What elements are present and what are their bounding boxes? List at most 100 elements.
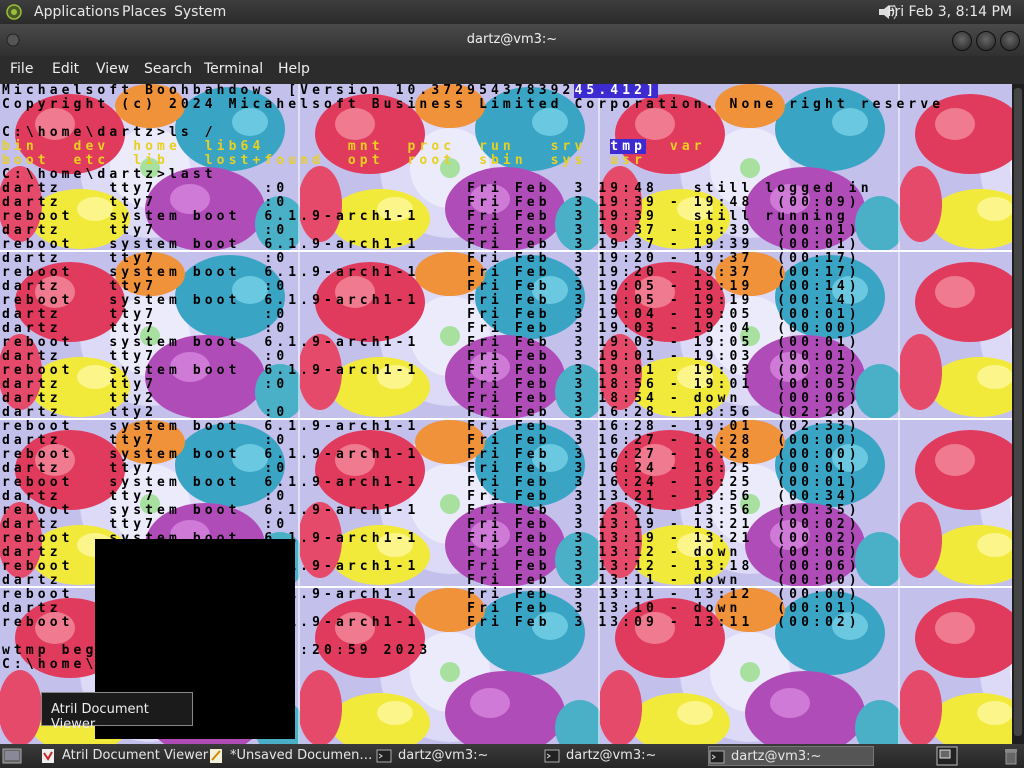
terminal-line: dartz tty7 :0 Fri Feb 3 13:21 - 13:56 (0…: [2, 490, 1010, 504]
terminal-text: dartz tty7 :0 Fri Feb 3 19:04 - 19:05 (0…: [2, 307, 861, 322]
terminal-icon: [544, 749, 560, 763]
show-desktop-icon[interactable]: [2, 747, 22, 765]
taskbar-item-text-editor[interactable]: *Unsaved Documen…: [208, 746, 373, 766]
terminal-line: reboot system boot 6.1.9-arch1-1 Fri Feb…: [2, 336, 1010, 350]
terminal-line: boot etc lib lost+found opt root sbin sy…: [2, 154, 1010, 168]
terminal-text: reboot system boot 6.1.9-arch1-1 Fri Feb…: [2, 335, 861, 350]
taskbar-item-label: dartz@vm3:~: [398, 748, 489, 763]
menu-terminal[interactable]: Terminal: [204, 61, 263, 77]
taskbar-item-label: dartz@vm3:~: [731, 749, 822, 764]
terminal-text: tmp: [610, 139, 647, 154]
terminal-text: C:\home\dartz>ls /: [2, 125, 217, 140]
terminal-text: dartz tty7 :0 Fri Feb 3 13:19 - 13:21 (0…: [2, 517, 861, 532]
minimize-button[interactable]: [952, 31, 972, 51]
taskbar-tooltip: Atril Document Viewer: [41, 692, 193, 732]
taskbar-item-terminal-1[interactable]: dartz@vm3:~: [376, 746, 538, 766]
terminal-line: reboot system boot 6.1.9-arch1-1 Fri Feb…: [2, 238, 1010, 252]
terminal-text: reboot system boot 6.1.9-arch1-1 Fri Feb…: [2, 363, 861, 378]
terminal-text: dartz tty7 :0 Fri Feb 3 19:37 - 19:39 (0…: [2, 223, 861, 238]
menu-view[interactable]: View: [96, 61, 129, 77]
terminal-icon: [709, 750, 725, 764]
menu-edit[interactable]: Edit: [52, 61, 79, 77]
terminal-text: dartz tty7 :0 Fri Feb 3 13:21 - 13:56 (0…: [2, 489, 861, 504]
taskbar-item-terminal-3[interactable]: dartz@vm3:~: [708, 746, 874, 766]
terminal-line: dartz tty7 :0 Fri Feb 3 19:48 still logg…: [2, 182, 1010, 196]
terminal-icon: [376, 749, 392, 763]
terminal-line: reboot system boot 6.1.9-arch1-1 Fri Feb…: [2, 294, 1010, 308]
terminal-line: reboot system boot 6.1.9-arch1-1 Fri Feb…: [2, 420, 1010, 434]
terminal-text: reboot system boot 6.1.9-arch1-1 Fri Feb…: [2, 447, 861, 462]
terminal-line: dartz tty7 :0 Fri Feb 3 19:04 - 19:05 (0…: [2, 308, 1010, 322]
terminal-line: dartz tty7 :0 Fri Feb 3 19:05 - 19:19 (0…: [2, 280, 1010, 294]
text-editor-icon: [210, 749, 222, 763]
terminal-line: reboot system boot 6.1.9-arch1-1 Fri Feb…: [2, 210, 1010, 224]
terminal-line: Copyright (c) 2024 Micahelsoft Business …: [2, 98, 1010, 112]
terminal-text: reboot system boot 6.1.9-arch1-1 Fri Feb…: [2, 293, 861, 308]
terminal-text: var: [646, 139, 706, 154]
menu-applications[interactable]: Applications: [34, 4, 120, 20]
terminal-line: C:\home\dartz>ls /: [2, 126, 1010, 140]
menu-search[interactable]: Search: [144, 61, 192, 77]
trash-icon[interactable]: [1002, 747, 1020, 765]
menu-help[interactable]: Help: [278, 61, 310, 77]
terminal-text: boot etc lib lost+found opt root sbin sy…: [2, 153, 647, 168]
menu-file[interactable]: File: [10, 61, 33, 77]
workspace-switcher-icon[interactable]: [936, 746, 958, 766]
terminal-text: Michaelsoft Boohbahdows [Version 10.3729…: [2, 84, 575, 98]
terminal-text: dartz tty7 :0 Fri Feb 3 19:05 - 19:19 (0…: [2, 279, 861, 294]
taskbar-item-label: *Unsaved Documen…: [230, 748, 373, 763]
terminal-line: reboot system boot 6.1.9-arch1-1 Fri Feb…: [2, 504, 1010, 518]
terminal-line: dartz tty7 :0 Fri Feb 3 19:03 - 19:04 (0…: [2, 322, 1010, 336]
scrollbar-thumb[interactable]: [1014, 88, 1022, 736]
taskbar-item-terminal-2[interactable]: dartz@vm3:~: [544, 746, 706, 766]
terminal-text: dartz tty7 :0 Fri Feb 3 16:24 - 16:25 (0…: [2, 461, 861, 476]
terminal-line: reboot system boot 6.1.9-arch1-1 Fri Feb…: [2, 266, 1010, 280]
terminal-line: dartz tty7 :0 Fri Feb 3 19:20 - 19:37 (0…: [2, 252, 1010, 266]
terminal-text: reboot system boot 6.1.9-arch1-1 Fri Feb…: [2, 237, 861, 252]
taskbar-item-label: Atril Document Viewer: [62, 748, 209, 763]
terminal-line: dartz tty2 Fri Feb 3 18:54 - down (00:06…: [2, 392, 1010, 406]
terminal-scrollbar[interactable]: [1012, 84, 1024, 744]
terminal-line: bin dev home lib64 mnt proc run srv tmp …: [2, 139, 1010, 154]
terminal-text: reboot system boot 6.1.9-arch1-1 Fri Feb…: [2, 419, 861, 434]
title-bar[interactable]: dartz@vm3:~: [0, 24, 1024, 56]
menu-bar: File Edit View Search Terminal Help: [0, 56, 1024, 84]
document-viewer-icon: [42, 749, 54, 763]
terminal-text: dartz tty7 :0 Fri Feb 3 18:56 - 19:01 (0…: [2, 377, 861, 392]
distro-logo-icon[interactable]: [6, 4, 22, 20]
terminal-text: dartz tty2 :0 Fri Feb 3 16:28 - 18:56 (0…: [2, 405, 861, 420]
terminal-line: dartz tty7 :0 Fri Feb 3 19:01 - 19:03 (0…: [2, 350, 1010, 364]
close-button[interactable]: [1000, 31, 1020, 51]
terminal-text: reboot system boot 6.1.9-arch1-1 Fri Feb…: [2, 503, 861, 518]
terminal-text: dartz tty7 :0 Fri Feb 3 16:27 - 16:28 (0…: [2, 433, 861, 448]
terminal-line: dartz tty7 :0 Fri Feb 3 19:37 - 19:39 (0…: [2, 224, 1010, 238]
terminal-text: Copyright (c) 2024 Micahelsoft Business …: [2, 97, 945, 112]
terminal-line: dartz tty7 :0 Fri Feb 3 19:39 - 19:48 (0…: [2, 196, 1010, 210]
terminal-line: dartz tty7 :0 Fri Feb 3 16:24 - 16:25 (0…: [2, 462, 1010, 476]
terminal-line: reboot system boot 6.1.9-arch1-1 Fri Feb…: [2, 364, 1010, 378]
tooltip-text: Atril Document Viewer: [51, 702, 149, 732]
terminal-text: dartz tty7 :0 Fri Feb 3 19:03 - 19:04 (0…: [2, 321, 861, 336]
maximize-button[interactable]: [976, 31, 996, 51]
bottom-panel: Atril Document Viewer *Unsaved Documen… …: [0, 744, 1024, 768]
terminal-text: dartz tty7 :0 Fri Feb 3 19:20 - 19:37 (0…: [2, 251, 861, 266]
terminal-text: C:\home\dartz>last: [2, 167, 217, 182]
clock[interactable]: Fri Feb 3, 8:14 PM: [887, 4, 1012, 20]
terminal-line: reboot system boot 6.1.9-arch1-1 Fri Feb…: [2, 448, 1010, 462]
menu-places[interactable]: Places: [122, 4, 167, 20]
terminal-line: Michaelsoft Boohbahdows [Version 10.3729…: [2, 84, 1010, 98]
terminal-text: dartz tty7 :0 Fri Feb 3 19:39 - 19:48 (0…: [2, 195, 861, 210]
terminal-text: 45.412]: [574, 84, 658, 98]
terminal-line: C:\home\dartz>last: [2, 168, 1010, 182]
taskbar-item-atril[interactable]: Atril Document Viewer: [40, 746, 208, 766]
terminal-text: dartz tty7 :0 Fri Feb 3 19:48 still logg…: [2, 181, 873, 196]
taskbar-item-label: dartz@vm3:~: [566, 748, 657, 763]
menu-system[interactable]: System: [174, 4, 226, 20]
terminal-line: dartz tty7 :0 Fri Feb 3 13:19 - 13:21 (0…: [2, 518, 1010, 532]
terminal-line: dartz tty2 :0 Fri Feb 3 16:28 - 18:56 (0…: [2, 406, 1010, 420]
top-panel: Applications Places System Fri Feb 3, 8:…: [0, 0, 1024, 24]
terminal-line: dartz tty7 :0 Fri Feb 3 18:56 - 19:01 (0…: [2, 378, 1010, 392]
terminal-text: bin dev home lib64 mnt proc run srv: [2, 139, 611, 154]
terminal-text: reboot system boot 6.1.9-arch1-1 Fri Feb…: [2, 265, 861, 280]
